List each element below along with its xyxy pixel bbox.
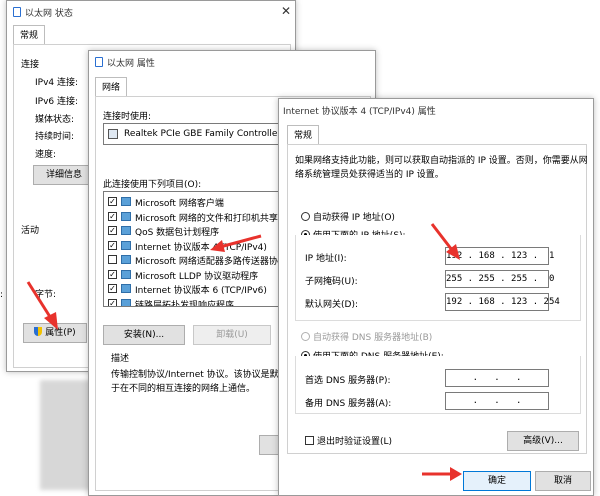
gateway-input[interactable]: 192 . 168 . 123 . 254: [445, 293, 560, 311]
auto-dns-radio[interactable]: [301, 332, 310, 341]
arrow-to-ok-button-icon: [422, 467, 462, 481]
item-label: Internet 协议版本 6 (TCP/IPv6): [135, 286, 267, 296]
item-checkbox[interactable]: ✓: [108, 211, 117, 221]
items-label: 此连接使用下列项目(O):: [103, 180, 202, 190]
item-label: Microsoft LLDP 协议驱动程序: [135, 271, 259, 282]
item-label: 链路层拓扑发现响应程序: [135, 300, 235, 307]
status-window-title: 以太网 状态: [25, 8, 73, 19]
adapter-icon: [108, 129, 118, 139]
tab-network[interactable]: 网络: [95, 77, 128, 97]
close-icon[interactable]: ✕: [279, 4, 293, 18]
properties-titlebar: 以太网 属性: [89, 51, 375, 73]
arrow-to-properties-icon: [26, 281, 58, 330]
alternate-dns-input[interactable]: . . .: [445, 392, 549, 410]
status-row: IPv4 连接:: [35, 78, 79, 88]
cancel-button[interactable]: 取消: [535, 471, 591, 491]
description-label: 描述: [111, 354, 130, 364]
component-icon: [121, 298, 131, 306]
status-titlebar: 以太网 状态: [7, 1, 295, 23]
component-icon: [121, 240, 131, 250]
section-connection: 连接: [21, 60, 40, 70]
partial-bytes-label: :: [0, 290, 4, 300]
properties-window-title: 以太网 属性: [107, 58, 155, 69]
dns1-label: 首选 DNS 服务器(P):: [305, 376, 391, 386]
dns2-label: 备用 DNS 服务器(A):: [305, 399, 392, 409]
subnet-mask-input[interactable]: 255 . 255 . 255 . 0: [445, 270, 554, 288]
validate-label: 退出时验证设置(L): [317, 437, 393, 447]
preferred-dns-input[interactable]: . . .: [445, 369, 549, 387]
ok-button[interactable]: 确定: [463, 471, 531, 491]
item-label: Microsoft 网络客户端: [135, 199, 224, 209]
item-checkbox[interactable]: ✓: [108, 298, 117, 306]
item-checkbox[interactable]: ✓: [108, 240, 117, 250]
intro-text: 络系统管理员处获得适当的 IP 设置。: [295, 170, 444, 180]
component-icon: [121, 211, 131, 221]
ipv4-window: Internet 协议版本 4 (TCP/IPv4) 属性 常规 如果网络支持此…: [278, 98, 594, 496]
arrow-to-ipv4-item-icon: [210, 234, 262, 252]
item-checkbox[interactable]: ✓: [108, 226, 117, 235]
ipv4-titlebar: Internet 协议版本 4 (TCP/IPv4) 属性: [279, 99, 593, 121]
component-icon: [121, 255, 131, 264]
gateway-label: 默认网关(D):: [305, 300, 358, 310]
validate-checkbox[interactable]: [305, 436, 314, 445]
uninstall-button[interactable]: 卸载(U): [193, 325, 271, 345]
arrow-to-ip-fields-icon: [430, 223, 460, 260]
auto-ip-radio[interactable]: [301, 212, 310, 221]
ipv4-window-title: Internet 协议版本 4 (TCP/IPv4) 属性: [283, 106, 436, 117]
description-text: 于在不同的相互连接的网络上通信。: [111, 384, 256, 394]
details-button[interactable]: 详细信息: [33, 165, 95, 185]
adapter-name: Realtek PCIe GBE Family Controller: [124, 129, 282, 139]
network-icon: [13, 7, 21, 17]
network-icon: [95, 57, 103, 67]
component-icon: [121, 284, 131, 293]
component-icon: [121, 269, 131, 279]
status-row: 速度:: [35, 150, 57, 160]
status-row: IPv6 连接:: [35, 97, 79, 107]
advanced-button[interactable]: 高级(V)...: [507, 431, 579, 451]
intro-text: 如果网络支持此功能，则可以获取自动指派的 IP 设置。否则，你需要从网: [295, 156, 588, 166]
item-checkbox[interactable]: [108, 255, 117, 264]
tab-general[interactable]: 常规: [13, 25, 46, 45]
item-checkbox[interactable]: ✓: [108, 269, 117, 279]
description-text: 传输控制协议/Internet 协议。该协议是默认: [111, 370, 288, 380]
item-checkbox[interactable]: ✓: [108, 284, 117, 293]
component-icon: [121, 226, 131, 235]
status-row: 持续时间:: [35, 132, 75, 142]
auto-dns-label: 自动获得 DNS 服务器地址(B): [313, 333, 433, 343]
item-label: Microsoft 网络的文件和打印机共享: [135, 213, 278, 224]
item-checkbox[interactable]: ✓: [108, 197, 117, 206]
section-activity: 活动: [21, 226, 40, 236]
tab-general[interactable]: 常规: [287, 125, 320, 145]
connect-using-label: 连接时使用:: [103, 112, 152, 122]
ip-label: IP 地址(I):: [305, 254, 347, 264]
status-row: 媒体状态:: [35, 115, 75, 125]
auto-ip-label: 自动获得 IP 地址(O): [313, 213, 395, 223]
install-button[interactable]: 安装(N)...: [103, 325, 185, 345]
component-icon: [121, 197, 131, 206]
mask-label: 子网掩码(U):: [305, 277, 358, 287]
